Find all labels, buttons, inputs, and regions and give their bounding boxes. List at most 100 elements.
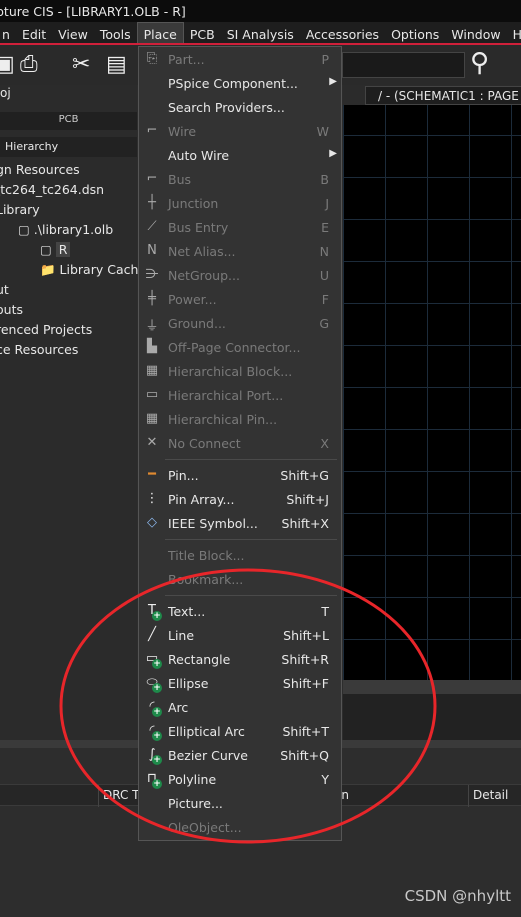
menu-item-power: ╪ Power... F (139, 288, 341, 312)
tree-item[interactable]: ut (0, 282, 9, 297)
menu-item-label: Bookmark... (168, 572, 244, 587)
menu-item-pspice-component[interactable]: PSpice Component... ▶ (139, 72, 341, 96)
junction-icon: ┼ (148, 195, 156, 210)
menu-item-shortcut: U (319, 268, 329, 283)
copy-icon[interactable]: ▤ (106, 52, 127, 77)
zoom-icon[interactable]: ⚲ (470, 48, 489, 78)
tree-item[interactable]: renced Projects (0, 322, 92, 337)
menu-item-search-providers[interactable]: Search Providers... (139, 96, 341, 120)
menu-item-part: ⎘ Part... P (139, 48, 341, 72)
file-icon: ▢ (18, 222, 34, 237)
menu-item-label: Rectangle (168, 652, 231, 667)
part-icon: ⎘ (146, 51, 158, 66)
netgroup-icon: ⋺ (145, 267, 159, 282)
menu-item-shortcut: W (316, 124, 329, 139)
menu-item-shortcut: E (321, 220, 329, 235)
menu-si-analysis[interactable]: SI Analysis (221, 23, 300, 44)
menu-item-title-block: Title Block... (139, 544, 341, 568)
menu-item-ellipse[interactable]: ⬭ + Ellipse Shift+F (139, 672, 341, 696)
menu-item-label: Bus Entry (168, 220, 229, 235)
menu-n[interactable]: n (0, 23, 16, 44)
plus-badge-icon: + (152, 659, 162, 669)
menu-item-label: Pin... (168, 468, 199, 483)
menu-options[interactable]: Options (385, 23, 445, 44)
menu-item-off-page-connector: ▙ Off-Page Connector... (139, 336, 341, 360)
menu-item-shortcut: X (320, 436, 329, 451)
menu-item-label: Bus (168, 172, 192, 187)
menu-item-oleobject: OleObject... (139, 816, 341, 840)
elliptical-arc-icon: ◜ + (149, 723, 162, 741)
menu-item-label: PSpice Component... (168, 76, 298, 91)
menu-item-line[interactable]: ╱ Line Shift+L (139, 624, 341, 648)
menu-separator (165, 459, 337, 460)
menu-item-label: Power... (168, 292, 217, 307)
menu-view[interactable]: View (52, 23, 94, 44)
menu-item-label: Part... (168, 52, 205, 67)
menu-item-label: Pin Array... (168, 492, 235, 507)
wire-icon: ⌐ (146, 123, 158, 138)
menu-place[interactable]: Place (136, 22, 184, 43)
menu-item-rectangle[interactable]: ▭ + Rectangle Shift+R (139, 648, 341, 672)
tree-item[interactable]: gn Resources (0, 162, 80, 177)
tree-item[interactable]: ce Resources (0, 342, 78, 357)
tree-item[interactable]: outs (0, 302, 23, 317)
menu-window[interactable]: Window (445, 23, 506, 44)
menu-item-label: NetGroup... (168, 268, 240, 283)
menu-item-label: Text... (168, 604, 206, 619)
watermark: CSDN @nhyltt (404, 887, 511, 905)
menu-item-junction: ┼ Junction J (139, 192, 341, 216)
tree-item-label: renced Projects (0, 322, 93, 337)
tree-item[interactable]: 📁 Library Cache (40, 262, 146, 278)
menu-item-polyline[interactable]: ⊓ + Polyline Y (139, 768, 341, 792)
canvas-scrollbar[interactable] (343, 680, 521, 694)
tree-item[interactable]: ▢ .\library1.olb (18, 222, 113, 237)
menu-edit[interactable]: Edit (16, 23, 52, 44)
menu-item-label: IEEE Symbol... (168, 516, 258, 531)
tree-item[interactable]: Library (0, 202, 40, 217)
menu-he[interactable]: He (507, 23, 521, 44)
menu-tools[interactable]: Tools (94, 23, 137, 44)
menu-item-label: Polyline (168, 772, 217, 787)
menu-item-ground: ⏚ Ground... G (139, 312, 341, 336)
menu-item-ieee-symbol[interactable]: ◇ IEEE Symbol... Shift+X (139, 512, 341, 536)
tree-item-label: \tc264_tc264.dsn (0, 182, 105, 197)
tree-item[interactable]: \tc264_tc264.dsn (0, 182, 104, 197)
tree-item[interactable]: ▢ R (40, 242, 71, 257)
search-combo[interactable] (342, 52, 465, 78)
menu-item-bezier-curve[interactable]: ∫ + Bezier Curve Shift+Q (139, 744, 341, 768)
document-tab[interactable]: / - (SCHEMATIC1 : PAGE (365, 86, 521, 105)
menu-pcb[interactable]: PCB (184, 23, 221, 44)
menu-item-label: Off-Page Connector... (168, 340, 301, 355)
tab-hierarchy[interactable]: Hierarchy (0, 137, 137, 157)
menu-accessories[interactable]: Accessories (300, 23, 385, 44)
menu-item-elliptical-arc[interactable]: ◜ + Elliptical Arc Shift+T (139, 720, 341, 744)
menu-item-shortcut: Shift+G (280, 468, 329, 483)
column-detail[interactable]: Detail (468, 785, 508, 807)
bezier-icon: ∫ + (148, 747, 162, 765)
menu-item-label: OleObject... (168, 820, 242, 835)
menu-item-text[interactable]: T + Text... T (139, 600, 341, 624)
cut-icon[interactable]: ✂ (72, 52, 90, 77)
menu-item-arc[interactable]: ◜ + Arc (139, 696, 341, 720)
tree-item-label: gn Resources (0, 162, 80, 177)
menu-item-auto-wire[interactable]: Auto Wire ▶ (139, 144, 341, 168)
schematic-canvas[interactable] (343, 105, 521, 680)
save-icon[interactable]: ▣ (0, 52, 15, 77)
column-drc-type[interactable]: DRC T (98, 785, 140, 807)
menu-separator (165, 539, 337, 540)
tree-item-label: ut (0, 282, 9, 297)
menu-item-bus-entry: ⟋ Bus Entry E (139, 216, 341, 240)
tree-item-label: .\library1.olb (33, 222, 114, 237)
project-title: oj (0, 86, 11, 100)
hier-pin-icon: ▦ (145, 411, 159, 426)
plus-badge-icon: + (152, 707, 162, 717)
menu-item-pin[interactable]: ━ Pin... Shift+G (139, 464, 341, 488)
canvas-footer (343, 694, 521, 740)
menu-item-pin-array[interactable]: ⋮ Pin Array... Shift+J (139, 488, 341, 512)
menu-item-hierarchical-port: ▭ Hierarchical Port... (139, 384, 341, 408)
print-icon[interactable]: ⎙ (20, 52, 38, 77)
menu-item-label: Junction (168, 196, 219, 211)
menu-item-picture[interactable]: Picture... (139, 792, 341, 816)
tab-pcb[interactable]: PCB (0, 112, 137, 130)
plus-badge-icon: + (152, 779, 162, 789)
